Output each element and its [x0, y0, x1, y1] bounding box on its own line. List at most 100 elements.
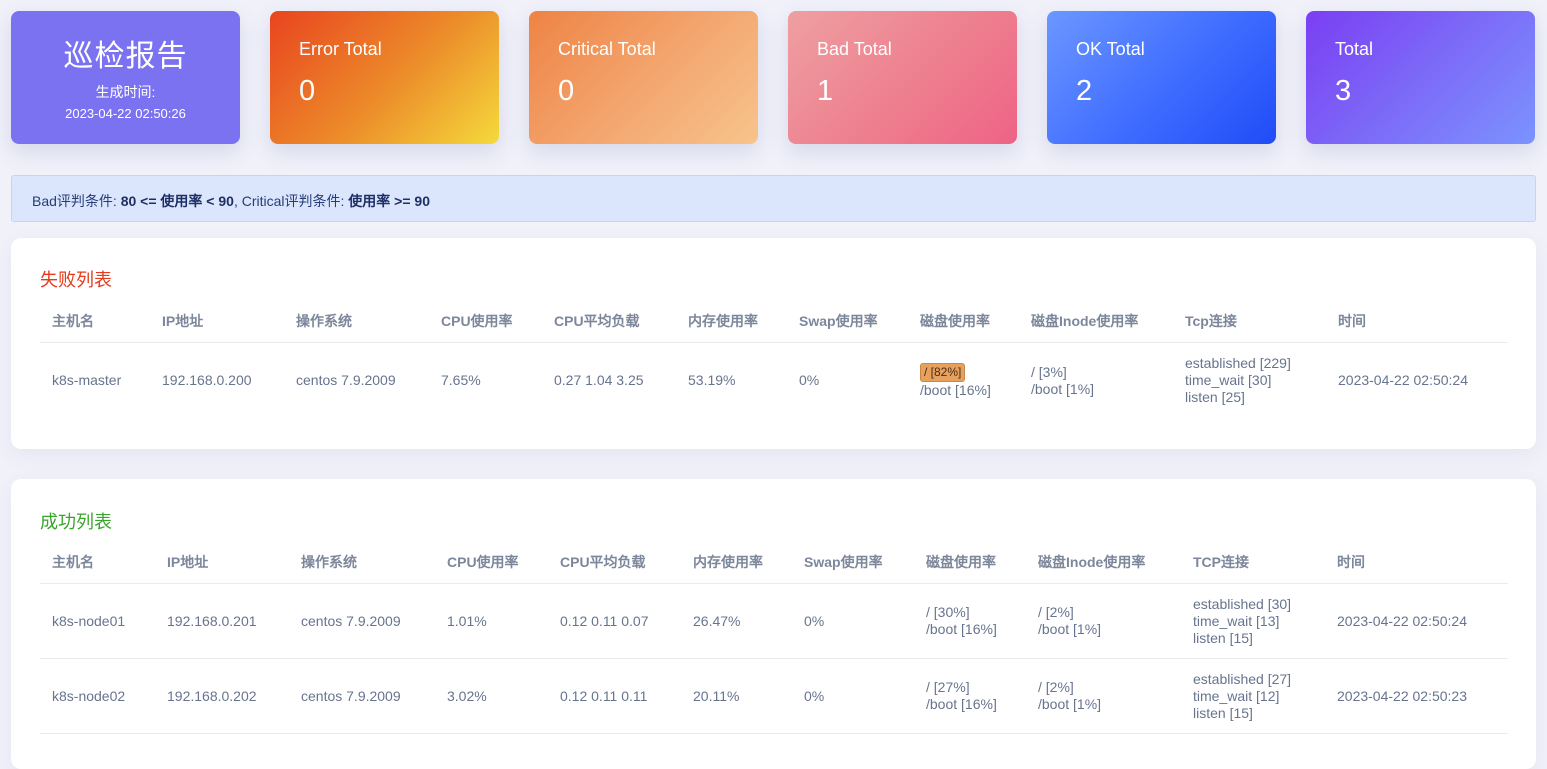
cpu-usage-cell: 1.01% — [435, 583, 548, 659]
hostname-cell: k8s-node02 — [40, 658, 155, 734]
time-cell: 2023-04-22 02:50:24 — [1325, 583, 1508, 659]
tcp-line: established [27] — [1193, 670, 1292, 687]
column-header: Swap使用率 — [792, 540, 914, 584]
tcp-line: time_wait [12] — [1193, 687, 1280, 704]
stat-label: Total — [1335, 39, 1374, 59]
total-card: Total 3 — [1306, 11, 1535, 144]
tcp-connections-cell: established [229] time_wait [30] listen … — [1173, 343, 1326, 419]
column-header: 时间 — [1325, 540, 1508, 584]
table-row: k8s-node02 192.168.0.202 centos 7.9.2009… — [40, 658, 1508, 734]
ip-cell: 192.168.0.201 — [155, 583, 289, 659]
memory-usage-cell: 20.11% — [681, 658, 792, 734]
stat-label: Error Total — [299, 39, 382, 59]
os-cell: centos 7.9.2009 — [289, 658, 435, 734]
column-header: 磁盘使用率 — [908, 299, 1019, 343]
column-header: 操作系统 — [289, 540, 435, 584]
inode-usage-line: / [3%] — [1031, 363, 1067, 380]
time-cell: 2023-04-22 02:50:23 — [1325, 658, 1508, 734]
stat-value: 0 — [558, 75, 575, 107]
tcp-line: listen [25] — [1185, 389, 1245, 405]
cpu-load-cell: 0.12 0.11 0.07 — [548, 583, 681, 659]
bad-criteria-rule: 80 <= 使用率 < 90 — [120, 193, 234, 209]
generated-time: 2023-04-22 02:50:26 — [65, 106, 186, 121]
swap-usage-cell: 0% — [799, 372, 820, 388]
success-list-title: 成功列表 — [40, 512, 112, 532]
critical-criteria-rule: 使用率 >= 90 — [348, 193, 430, 209]
inode-usage-cell: / [3%] /boot [1%] — [1019, 343, 1173, 419]
column-header: 磁盘Inode使用率 — [1019, 299, 1173, 343]
stat-value: 1 — [817, 75, 834, 107]
hostname-cell: k8s-node01 — [40, 583, 155, 659]
inode-usage-line: /boot [1%] — [1038, 696, 1102, 712]
ok-total-card: OK Total 2 — [1047, 11, 1276, 144]
os-cell: centos 7.9.2009 — [289, 583, 435, 659]
disk-usage-line: /boot [16%] — [920, 381, 991, 398]
table-row: k8s-master 192.168.0.200 centos 7.9.2009… — [40, 343, 1508, 419]
column-header: IP地址 — [150, 299, 284, 343]
success-table: 主机名 IP地址 操作系统 CPU使用率 CPU平均负载 内存使用率 Swap使… — [40, 540, 1508, 734]
table-header-row: 主机名 IP地址 操作系统 CPU使用率 CPU平均负载 内存使用率 Swap使… — [40, 540, 1508, 584]
critical-criteria-label: Critical评判条件: — [241, 193, 349, 209]
criteria-alert: Bad评判条件: 80 <= 使用率 < 90, Critical评判条件: 使… — [11, 175, 1536, 222]
column-header: 操作系统 — [284, 299, 429, 343]
tcp-line: established [229] — [1185, 355, 1291, 371]
inode-usage-cell: / [2%] /boot [1%] — [1026, 583, 1181, 659]
bad-total-card: Bad Total 1 — [788, 11, 1017, 144]
cpu-load-cell: 0.27 1.04 3.25 — [554, 372, 644, 388]
os-cell: centos 7.9.2009 — [296, 372, 396, 388]
stat-value: 2 — [1076, 75, 1093, 107]
inode-usage-line: / [2%] — [1038, 604, 1074, 620]
column-header: 磁盘使用率 — [914, 540, 1026, 584]
column-header: 时间 — [1326, 299, 1508, 343]
table-header-row: 主机名 IP地址 操作系统 CPU使用率 CPU平均负载 内存使用率 Swap使… — [40, 299, 1508, 343]
report-title: 巡检报告 — [63, 40, 188, 73]
memory-usage-cell: 53.19% — [688, 372, 736, 388]
disk-usage-line: / [27%] — [926, 679, 970, 695]
inode-usage-cell: / [2%] /boot [1%] — [1026, 658, 1181, 734]
inode-usage-line: /boot [1%] — [1031, 380, 1095, 397]
disk-usage-cell: / [30%] /boot [16%] — [914, 583, 1026, 659]
fail-table: 主机名 IP地址 操作系统 CPU使用率 CPU平均负载 内存使用率 Swap使… — [40, 299, 1508, 418]
time-cell: 2023-04-22 02:50:24 — [1338, 372, 1468, 388]
swap-usage-cell: 0% — [792, 658, 914, 734]
report-title-card: 巡检报告 生成时间: 2023-04-22 02:50:26 — [11, 11, 240, 144]
stat-value: 3 — [1335, 75, 1352, 107]
column-header: 主机名 — [40, 540, 155, 584]
disk-usage-cell: / [82%] /boot [16%] — [908, 343, 1019, 419]
column-header: TCP连接 — [1181, 540, 1325, 584]
column-header: CPU使用率 — [435, 540, 548, 584]
column-header: 内存使用率 — [676, 299, 787, 343]
ip-cell: 192.168.0.202 — [155, 658, 289, 734]
tcp-line: listen [15] — [1193, 704, 1253, 721]
stat-label: OK Total — [1076, 39, 1145, 59]
inode-usage-line: / [2%] — [1038, 679, 1074, 695]
success-list-panel: 成功列表 主机名 IP地址 操作系统 CPU使用率 CPU平均负载 内存使用率 … — [11, 479, 1536, 769]
memory-usage-cell: 26.47% — [681, 583, 792, 659]
swap-usage-cell: 0% — [792, 583, 914, 659]
tcp-line: time_wait [13] — [1193, 612, 1280, 629]
stat-label: Critical Total — [558, 39, 656, 59]
critical-total-card: Critical Total 0 — [529, 11, 758, 144]
summary-cards: 巡检报告 生成时间: 2023-04-22 02:50:26 Error Tot… — [11, 11, 1535, 144]
cpu-load-cell: 0.12 0.11 0.11 — [548, 658, 681, 734]
stat-value: 0 — [299, 75, 316, 107]
cpu-usage-cell: 3.02% — [435, 658, 548, 734]
tcp-line: established [30] — [1193, 595, 1292, 612]
tcp-line: time_wait [30] — [1185, 372, 1272, 388]
inode-usage-line: /boot [1%] — [1038, 621, 1102, 637]
table-row: k8s-node01 192.168.0.201 centos 7.9.2009… — [40, 583, 1508, 659]
ip-cell: 192.168.0.200 — [162, 372, 252, 388]
column-header: CPU使用率 — [429, 299, 542, 343]
column-header: CPU平均负载 — [542, 299, 676, 343]
generated-label: 生成时间: — [95, 84, 156, 100]
hostname-cell: k8s-master — [52, 372, 122, 388]
bad-criteria-label: Bad评判条件: — [32, 193, 121, 209]
column-header: 磁盘Inode使用率 — [1026, 540, 1181, 584]
column-header: 主机名 — [40, 299, 150, 343]
stat-label: Bad Total — [817, 39, 892, 59]
disk-usage-cell: / [27%] /boot [16%] — [914, 658, 1026, 734]
fail-list-panel: 失败列表 主机名 IP地址 操作系统 CPU使用率 CPU平均负载 内存使用率 … — [11, 238, 1536, 449]
criteria-separator: , — [233, 193, 242, 209]
disk-usage-line: /boot [16%] — [926, 621, 997, 637]
column-header: Swap使用率 — [787, 299, 908, 343]
